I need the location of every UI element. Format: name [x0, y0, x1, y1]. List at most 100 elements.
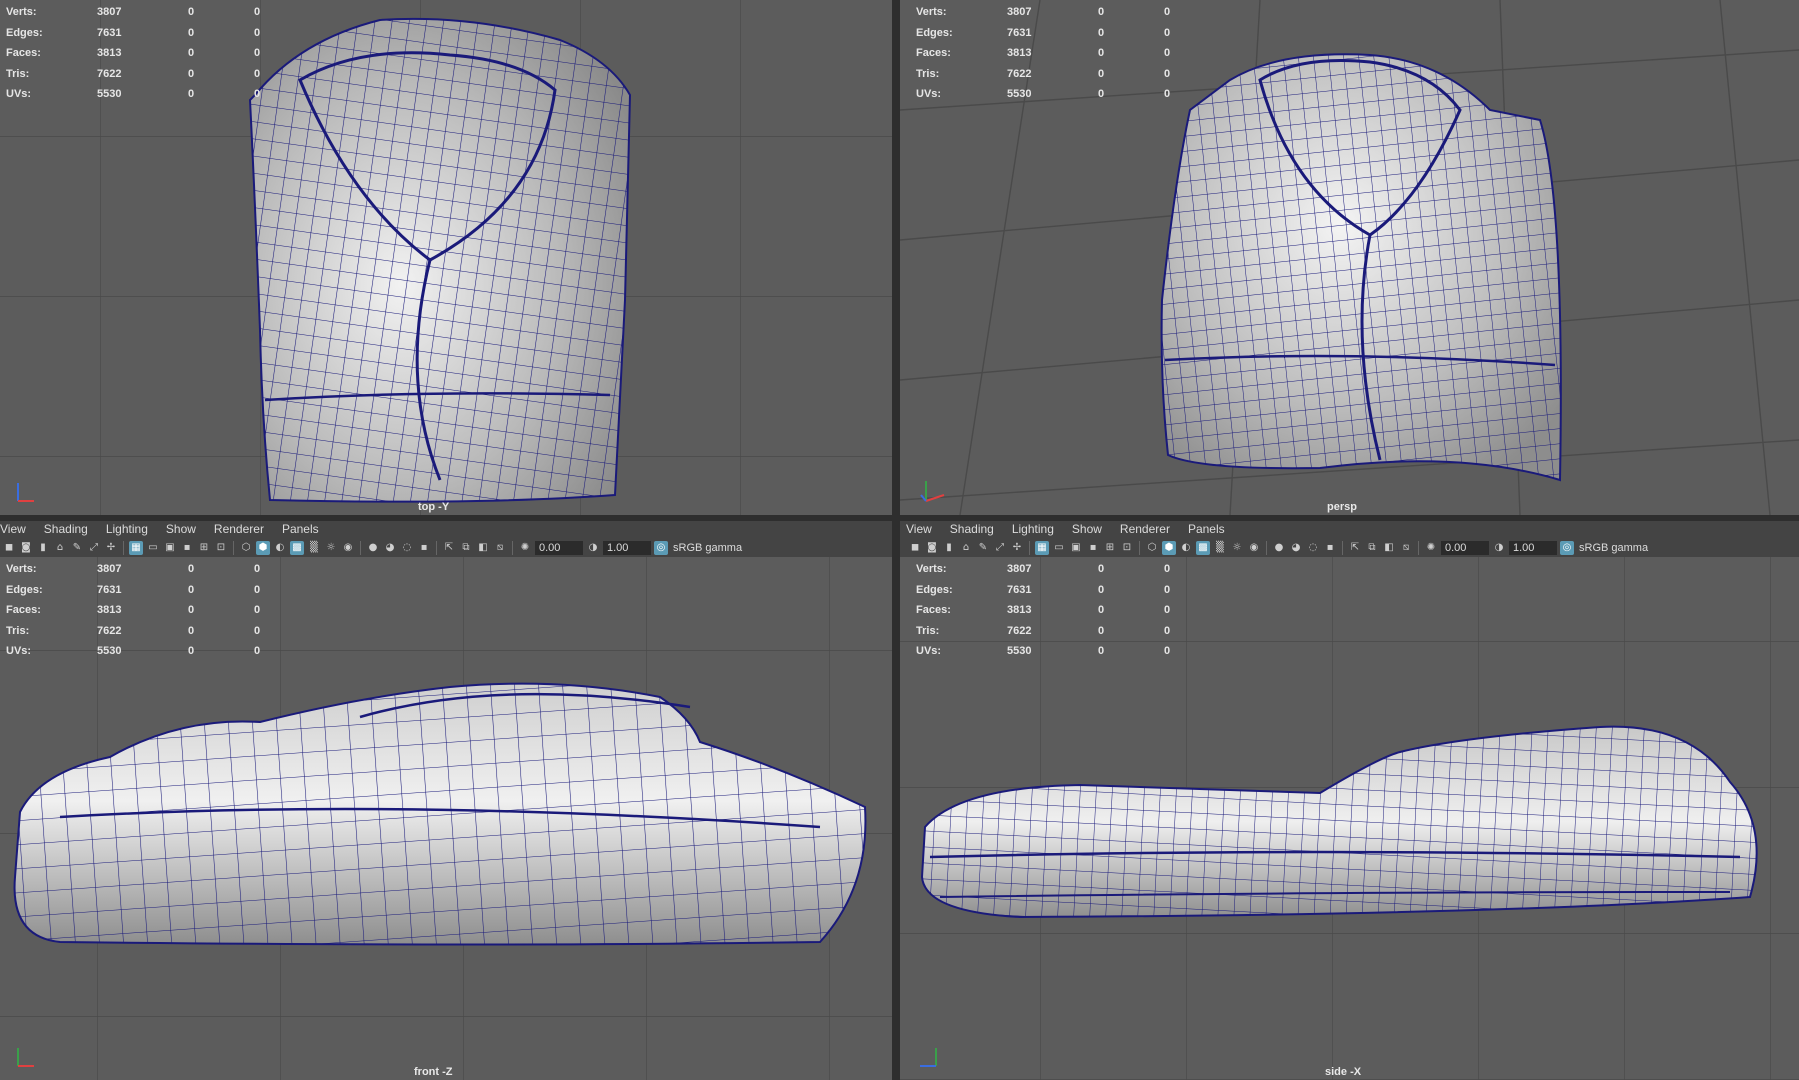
textured-icon[interactable]: ▒: [307, 541, 321, 555]
toolbar-divider: [512, 540, 513, 555]
2d-pan-zoom-icon[interactable]: ⤢: [87, 541, 101, 555]
menu-shading[interactable]: Shading: [950, 522, 994, 536]
wireframe-on-shaded-icon[interactable]: ▩: [290, 540, 304, 555]
viewport-top[interactable]: Verts: 3807 0 0 Edges: 7631 0 0 Faces: 3813 0 0 T…: [0, 0, 892, 515]
shirt-mesh-top[interactable]: [248, 17, 632, 503]
camera-attributes-icon[interactable]: ◙: [925, 541, 939, 555]
gate-mask-icon[interactable]: ▪: [1086, 541, 1100, 555]
safe-action-icon[interactable]: ⊡: [214, 541, 228, 555]
menu-panels[interactable]: Panels: [282, 522, 319, 536]
menu-view[interactable]: View: [0, 522, 26, 536]
field-chart-icon[interactable]: ⊞: [1103, 541, 1117, 555]
axis-gizmo-icon: [920, 1048, 937, 1067]
motion-blur-icon[interactable]: ◕: [1289, 541, 1303, 555]
wireframe-icon[interactable]: ⬡: [1145, 541, 1159, 555]
viewport-splitter-vertical[interactable]: [892, 0, 900, 1080]
xray-icon[interactable]: ⧉: [1365, 541, 1379, 555]
stat-row-faces: Faces: 3813 0 0: [6, 604, 261, 616]
menu-shading[interactable]: Shading: [44, 522, 88, 536]
panel-toolbar-side: View Shading Lighting Show Renderer Pane…: [900, 521, 1799, 557]
ambient-occlusion-icon[interactable]: ●: [366, 541, 380, 555]
gamma-icon[interactable]: ◑: [1492, 541, 1506, 555]
camera-select-icon[interactable]: ◼: [2, 541, 16, 555]
anti-aliasing-icon[interactable]: ◌: [400, 541, 414, 555]
menu-show[interactable]: Show: [1072, 522, 1102, 536]
color-management-icon[interactable]: ◎: [654, 540, 668, 555]
color-space-selector[interactable]: sRGB gamma: [1579, 542, 1648, 554]
exposure-icon[interactable]: ✺: [518, 541, 532, 555]
grease-pencil-icon[interactable]: ✎: [976, 541, 990, 555]
stat-row-uvs: UVs: 5530 0 0: [916, 88, 1171, 100]
depth-of-field-icon[interactable]: ▪: [417, 541, 431, 555]
2d-pan-zoom-icon[interactable]: ⤢: [993, 541, 1007, 555]
xray-joints-icon[interactable]: ◧: [1382, 541, 1396, 555]
exposure-field[interactable]: [1441, 540, 1489, 555]
anti-aliasing-icon[interactable]: ◌: [1306, 541, 1320, 555]
textured-icon[interactable]: ▒: [1213, 541, 1227, 555]
smooth-shade-icon[interactable]: ⬢: [1162, 540, 1176, 555]
xray-active-icon[interactable]: ⧅: [1399, 541, 1413, 555]
lock-camera-icon[interactable]: ✢: [104, 541, 118, 555]
bookmark-icon[interactable]: ▮: [942, 541, 956, 555]
shirt-mesh-persp[interactable]: [1160, 53, 1562, 482]
shadows-icon[interactable]: ◉: [341, 541, 355, 555]
ambient-occlusion-icon[interactable]: ●: [1272, 541, 1286, 555]
field-chart-icon[interactable]: ⊞: [197, 541, 211, 555]
wireframe-icon[interactable]: ⬡: [239, 541, 253, 555]
gamma-field[interactable]: [1509, 540, 1557, 555]
stat-row-tris: Tris: 7622 0 0: [6, 624, 261, 637]
exposure-field[interactable]: [535, 540, 583, 555]
color-management-icon[interactable]: ◎: [1560, 540, 1574, 555]
safe-action-icon[interactable]: ⊡: [1120, 541, 1134, 555]
toolbar-divider: [1029, 540, 1030, 555]
resolution-gate-icon[interactable]: ▣: [1069, 541, 1083, 555]
isolate-select-icon[interactable]: ⇱: [1348, 541, 1362, 555]
toolbar-divider: [1418, 540, 1419, 555]
grid-icon[interactable]: ▦: [129, 540, 143, 555]
image-plane-icon[interactable]: ⌂: [959, 541, 973, 555]
menu-panels[interactable]: Panels: [1188, 522, 1225, 536]
gamma-field[interactable]: [603, 540, 651, 555]
default-material-icon[interactable]: ◐: [1179, 541, 1193, 555]
menu-view[interactable]: View: [906, 522, 932, 536]
camera-label: top -Y: [418, 501, 450, 513]
film-gate-icon[interactable]: ▭: [1052, 541, 1066, 555]
menu-lighting[interactable]: Lighting: [106, 522, 148, 536]
stat-row-uvs: UVs: 5530 0 0: [6, 88, 261, 100]
shadows-icon[interactable]: ◉: [1247, 541, 1261, 555]
gamma-icon[interactable]: ◑: [586, 541, 600, 555]
xray-icon[interactable]: ⧉: [459, 541, 473, 555]
isolate-select-icon[interactable]: ⇱: [442, 541, 456, 555]
menu-show[interactable]: Show: [166, 522, 196, 536]
wireframe-on-shaded-icon[interactable]: ▩: [1196, 540, 1210, 555]
grid-icon[interactable]: ▦: [1035, 540, 1049, 555]
xray-active-icon[interactable]: ⧅: [493, 541, 507, 555]
resolution-gate-icon[interactable]: ▣: [163, 541, 177, 555]
default-material-icon[interactable]: ◐: [273, 541, 287, 555]
menu-lighting[interactable]: Lighting: [1012, 522, 1054, 536]
image-plane-icon[interactable]: ⌂: [53, 541, 67, 555]
exposure-icon[interactable]: ✺: [1424, 541, 1438, 555]
viewport-side[interactable]: Verts: 3807 0 0 Edges: 7631 0 0 Faces: 3813 0 0 T…: [900, 557, 1799, 1080]
camera-attributes-icon[interactable]: ◙: [19, 541, 33, 555]
viewport-front[interactable]: Verts: 3807 0 0 Edges: 7631 0 0 Faces: 3813 0 0 T…: [0, 557, 892, 1080]
use-lights-icon[interactable]: ☼: [324, 541, 338, 555]
color-space-selector[interactable]: sRGB gamma: [673, 542, 742, 554]
stat-row-edges: Edges: 7631 0 0: [916, 26, 1171, 39]
smooth-shade-icon[interactable]: ⬢: [256, 540, 270, 555]
film-gate-icon[interactable]: ▭: [146, 541, 160, 555]
use-lights-icon[interactable]: ☼: [1230, 541, 1244, 555]
stat-row-uvs: UVs: 5530 0 0: [6, 645, 261, 657]
menu-renderer[interactable]: Renderer: [1120, 522, 1170, 536]
bookmark-icon[interactable]: ▮: [36, 541, 50, 555]
motion-blur-icon[interactable]: ◕: [383, 541, 397, 555]
camera-select-icon[interactable]: ◼: [908, 541, 922, 555]
menu-renderer[interactable]: Renderer: [214, 522, 264, 536]
depth-of-field-icon[interactable]: ▪: [1323, 541, 1337, 555]
gate-mask-icon[interactable]: ▪: [180, 541, 194, 555]
xray-joints-icon[interactable]: ◧: [476, 541, 490, 555]
viewport-splitter-horizontal[interactable]: [0, 515, 1799, 521]
viewport-persp[interactable]: Verts: 3807 0 0 Edges: 7631 0 0 Faces: 3813 0 0 T…: [900, 0, 1799, 515]
grease-pencil-icon[interactable]: ✎: [70, 541, 84, 555]
lock-camera-icon[interactable]: ✢: [1010, 541, 1024, 555]
